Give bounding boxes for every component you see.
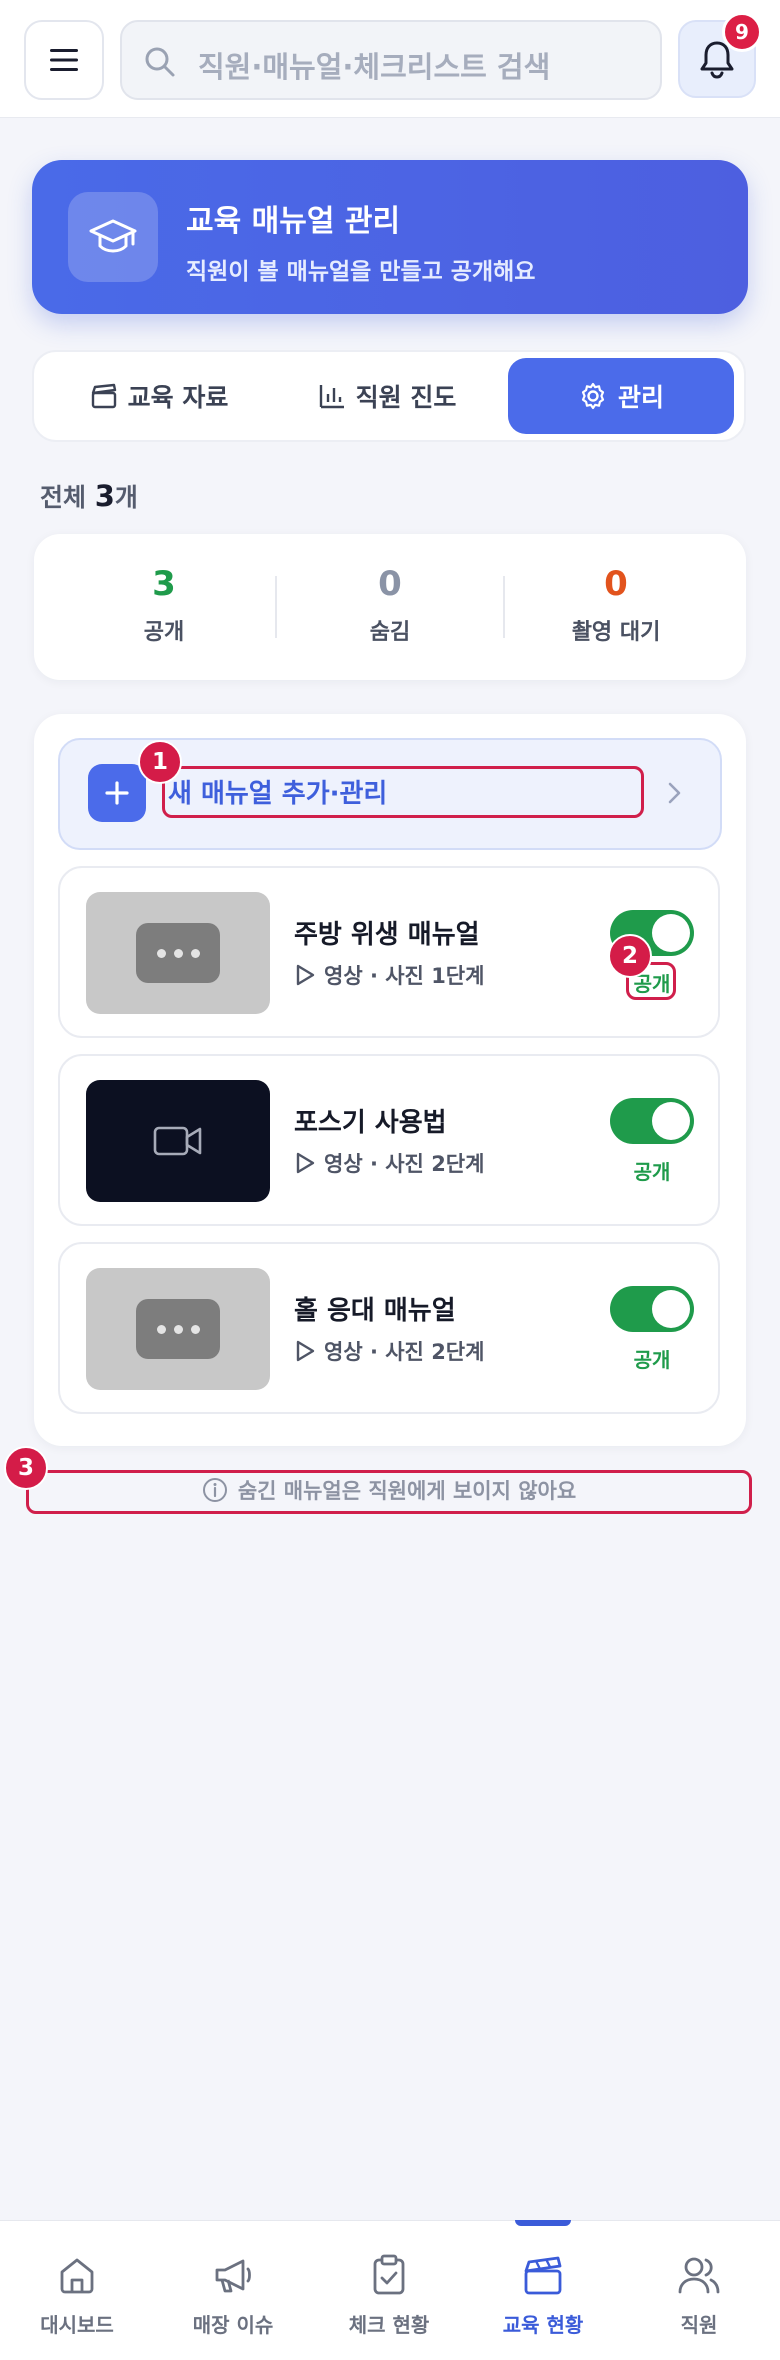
nav-label: 대시보드 [40,2313,114,2337]
nav-label: 교육 현황 [502,2313,584,2337]
tab-training-materials[interactable]: 교육 자료 [54,358,264,434]
active-tab-indicator [515,2220,571,2226]
play-icon [296,964,315,986]
plus-icon [88,764,146,822]
stat-label: 숨김 [369,620,411,645]
publish-status-label: 공개 [633,1348,671,1372]
manual-thumbnail [86,892,270,1014]
stat-value: 0 [378,564,402,604]
annotation-badge: 3 [4,1446,48,1490]
total-prefix: 전체 [40,483,87,512]
gear-icon [581,382,605,410]
nav-label: 매장 이슈 [192,2313,274,2337]
stat-pending-filming: 0 촬영 대기 [516,564,716,646]
stat-value: 3 [152,564,176,604]
clipboard-check-icon [373,2254,405,2295]
divider [275,576,277,638]
hamburger-icon [50,49,78,71]
search-placeholder: 직원·매뉴얼·체크리스트 검색 [198,50,551,84]
graduation-cap-icon [68,192,158,282]
total-count: 전체 3개 [40,478,138,514]
annotation-badge: 1 [138,740,182,784]
stat-value: 0 [604,564,628,604]
nav-training-status[interactable]: 교육 현황 [468,2251,618,2338]
tab-label: 관리 [617,383,664,412]
publish-toggle[interactable] [610,1286,694,1332]
manual-meta-text: 영상 · 사진 2단계 [324,1152,485,1176]
stat-hidden: 0 숨김 [290,564,490,646]
annotation-box [26,1470,752,1514]
manual-title: 포스기 사용법 [294,1108,447,1138]
chevron-right-icon [666,780,684,810]
total-number: 3 [94,479,115,513]
video-camera-icon [153,1126,202,1156]
menu-button[interactable] [24,20,104,100]
manual-card[interactable]: 포스기 사용법 영상 · 사진 2단계 공개 [58,1054,720,1226]
tab-label: 교육 자료 [127,383,229,412]
status-summary-card: 3 공개 0 숨김 0 촬영 대기 [34,534,746,680]
hero-banner: 교육 매뉴얼 관리 직원이 볼 매뉴얼을 만들고 공개해요 [32,160,748,314]
play-icon [296,1340,315,1362]
annotation-badge: 2 [608,934,652,978]
nav-dashboard[interactable]: 대시보드 [2,2251,152,2338]
page-subtitle: 직원이 볼 매뉴얼을 만들고 공개해요 [186,259,536,285]
search-icon [145,47,175,77]
notification-badge: 9 [722,12,762,52]
clapperboard-icon [91,383,116,409]
stat-published: 3 공개 [64,564,264,646]
annotation-box [162,766,644,818]
home-icon [60,2258,94,2294]
bar-chart-icon [319,385,344,409]
nav-check-status[interactable]: 체크 현황 [314,2251,464,2338]
divider [503,576,505,638]
manual-meta: 영상 · 사진 2단계 [294,1336,484,1366]
page-title: 교육 매뉴얼 관리 [186,204,401,239]
users-icon [678,2257,720,2294]
manual-card[interactable]: 홀 응대 매뉴얼 영상 · 사진 2단계 공개 [58,1242,720,1414]
nav-staff[interactable]: 직원 [624,2251,774,2338]
manual-title: 홀 응대 매뉴얼 [294,1296,456,1326]
more-dots-icon [136,923,220,983]
manual-thumbnail [86,1080,270,1202]
play-icon [296,1152,315,1174]
nav-store-issues[interactable]: 매장 이슈 [158,2251,308,2338]
manual-meta-text: 영상 · 사진 1단계 [324,964,485,988]
bottom-navigation: 대시보드 매장 이슈 체크 현황 교육 현황 직원 [0,2220,780,2360]
top-header: 직원·매뉴얼·체크리스트 검색 9 [0,0,780,118]
manual-thumbnail [86,1268,270,1390]
manual-meta: 영상 · 사진 1단계 [294,960,484,990]
publish-status-label: 공개 [633,1160,671,1184]
publish-toggle[interactable] [610,1098,694,1144]
manual-meta-text: 영상 · 사진 2단계 [324,1340,485,1364]
more-dots-icon [136,1299,220,1359]
tab-manage[interactable]: 관리 [508,358,734,434]
search-input[interactable]: 직원·매뉴얼·체크리스트 검색 [120,20,662,100]
tab-staff-progress[interactable]: 직원 진도 [282,358,492,434]
nav-label: 직원 [680,2313,718,2337]
stat-label: 공개 [143,620,185,645]
tab-label: 직원 진도 [355,383,457,412]
manual-meta: 영상 · 사진 2단계 [294,1148,484,1178]
nav-label: 체크 현황 [348,2313,430,2337]
total-suffix: 개 [114,483,138,512]
stat-label: 촬영 대기 [571,620,661,645]
clapperboard-icon [524,2256,562,2295]
tab-bar: 교육 자료 직원 진도 관리 [32,350,746,442]
megaphone-icon [215,2259,251,2293]
manual-title: 주방 위생 매뉴얼 [294,920,480,950]
